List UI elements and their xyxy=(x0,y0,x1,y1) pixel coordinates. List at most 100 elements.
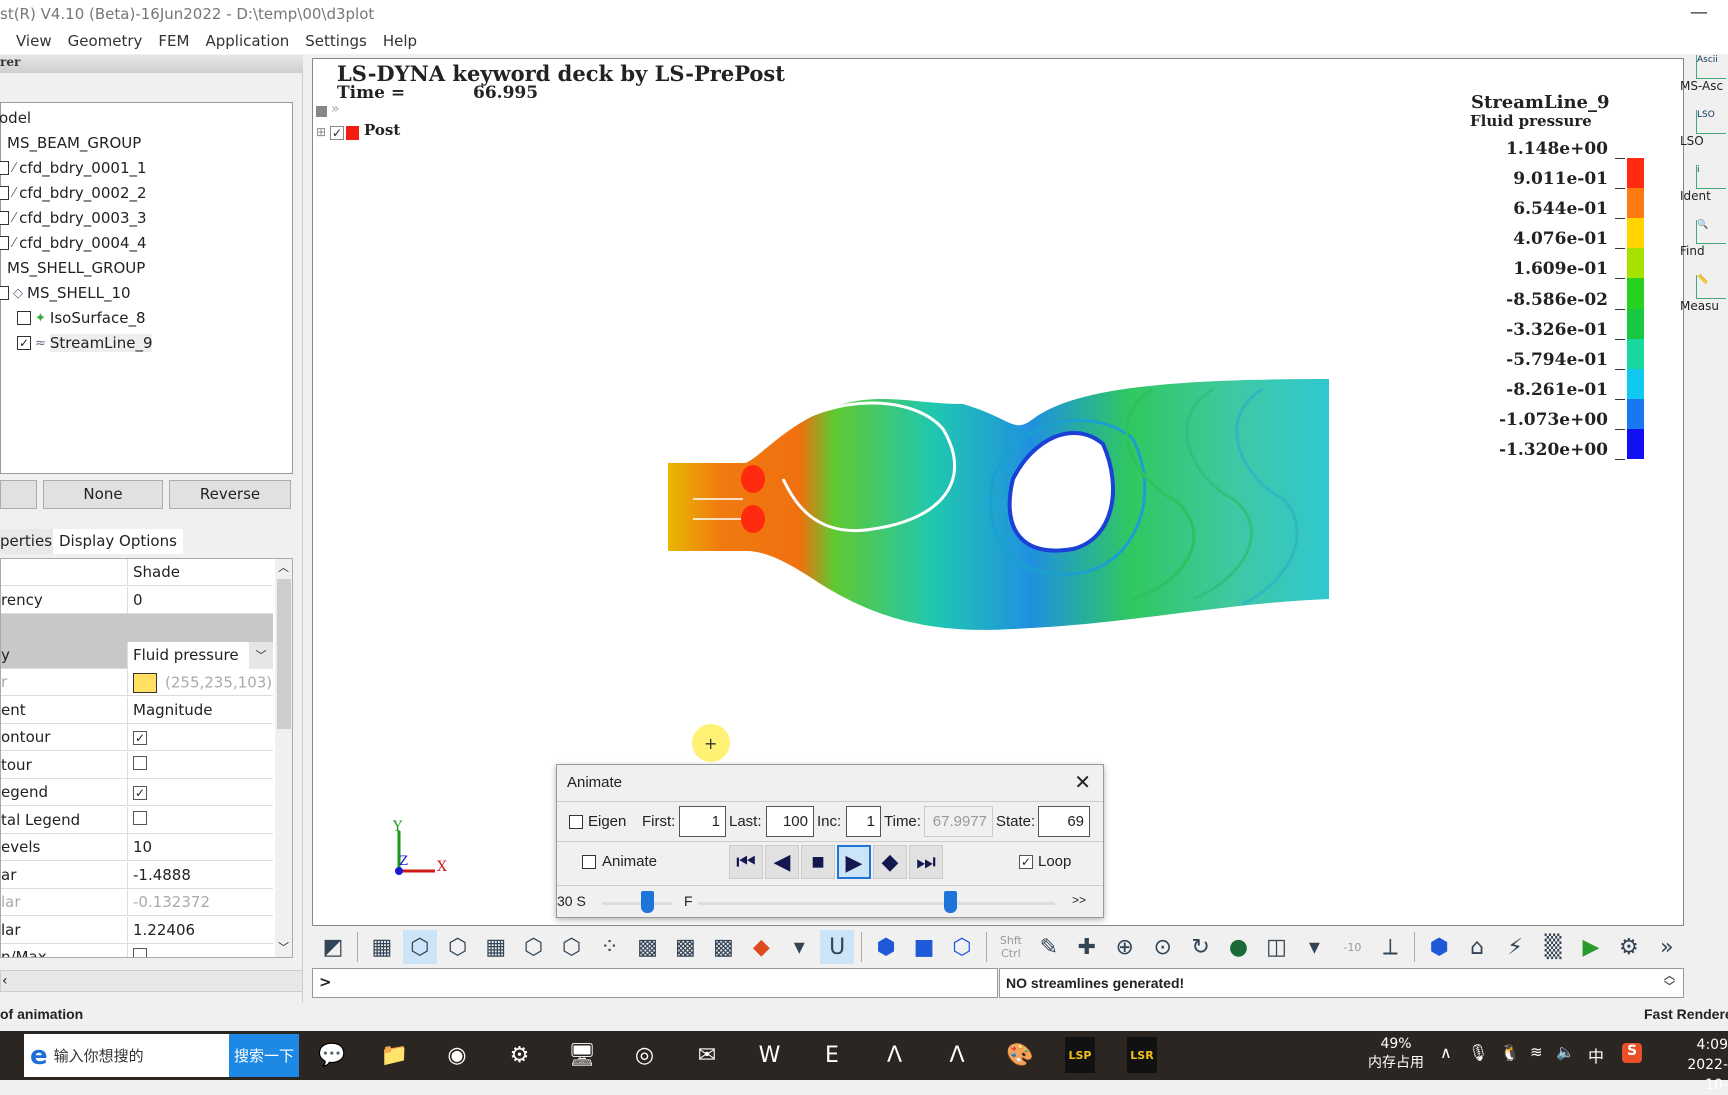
undeformed-icon[interactable]: U xyxy=(820,930,855,964)
shift-ctrl-icon[interactable]: Shft Ctrl xyxy=(994,930,1028,964)
feature-line-icon[interactable]: ⬡ xyxy=(517,930,551,964)
property-row[interactable]: rency 0 xyxy=(1,586,273,614)
axes-icon[interactable]: ⟂ xyxy=(1373,930,1407,964)
frame-slider-thumb[interactable] xyxy=(944,891,958,913)
mesh-cube-icon[interactable]: ▦ xyxy=(479,930,513,964)
tree-item[interactable]: ⁄ cfd_bdry_0004_4 xyxy=(0,231,147,255)
tab-display-options[interactable]: Display Options xyxy=(53,529,183,554)
stop-button[interactable]: ■ xyxy=(801,845,835,879)
angle-value-icon[interactable]: -10 xyxy=(1335,930,1369,964)
property-checkbox[interactable] xyxy=(133,810,147,825)
property-row[interactable]: n/Max xyxy=(1,944,273,957)
zoom-in-icon[interactable]: ⊕ xyxy=(1108,930,1142,964)
animate-checkbox[interactable] xyxy=(582,855,596,869)
pick-center-icon[interactable]: ✚ xyxy=(1070,930,1104,964)
outline-cube-icon[interactable]: ⬡ xyxy=(555,930,589,964)
menu-geometry[interactable]: Geometry xyxy=(60,29,151,54)
color-swatch[interactable] xyxy=(133,673,157,693)
fringe-toggle-icon[interactable]: ◩ xyxy=(316,930,350,964)
search-box[interactable]: e 输入你想搜的 xyxy=(24,1034,229,1077)
fringe-icon[interactable]: ◆ xyxy=(744,930,778,964)
property-value[interactable]: ✓ xyxy=(127,779,273,806)
lsp-icon[interactable]: LSP xyxy=(1065,1037,1095,1073)
projection-box-icon[interactable]: ◫ xyxy=(1260,930,1294,964)
state-field[interactable]: 69 xyxy=(1038,806,1090,837)
e-icon[interactable]: E xyxy=(812,1037,852,1073)
property-checkbox[interactable]: ✓ xyxy=(133,786,147,800)
inc-field[interactable]: 1 xyxy=(846,806,881,837)
speed-slider-thumb[interactable] xyxy=(641,891,655,913)
solid-view-icon[interactable]: ⬢ xyxy=(869,930,903,964)
shaded-view-icon[interactable]: ■ xyxy=(907,930,941,964)
property-value[interactable] xyxy=(127,751,273,779)
wifi-icon[interactable]: ≋ xyxy=(1530,1043,1543,1061)
eigen-checkbox[interactable] xyxy=(569,815,583,829)
property-value[interactable] xyxy=(127,806,273,834)
tree-checkbox[interactable] xyxy=(0,236,9,250)
last-field[interactable]: 100 xyxy=(766,806,814,837)
scroll-down-icon[interactable]: ﹀ xyxy=(278,939,289,955)
tool-find[interactable]: 🔍 Find xyxy=(1680,220,1728,258)
sogou-icon[interactable]: S xyxy=(1622,1043,1642,1063)
transparent-cube-icon[interactable]: ▩ xyxy=(706,930,740,964)
menu-settings[interactable]: Settings xyxy=(297,29,375,54)
property-row[interactable]: ar -1.4888 xyxy=(1,861,273,889)
menu-application[interactable]: Application xyxy=(197,29,297,54)
command-input[interactable]: > xyxy=(312,968,998,998)
tree-item[interactable]: ⁄ cfd_bdry_0003_3 xyxy=(0,206,147,230)
wireframe-cube-icon[interactable]: ▦ xyxy=(365,930,399,964)
mail-icon[interactable]: ✉ xyxy=(687,1037,727,1073)
property-checkbox[interactable] xyxy=(133,948,147,957)
property-row[interactable]: ent Magnitude xyxy=(1,696,273,724)
chrome-icon[interactable]: ◉ xyxy=(437,1037,477,1073)
property-value[interactable]: 10 xyxy=(127,834,273,861)
tree-item[interactable]: ✓ ≈ StreamLine_9 xyxy=(17,331,153,355)
qq-icon[interactable]: 🐧 xyxy=(1500,1043,1520,1062)
property-checkbox[interactable]: ✓ xyxy=(133,731,147,745)
property-scrollbar[interactable]: ︿ ﹀ xyxy=(275,559,292,957)
close-icon[interactable]: ✕ xyxy=(1074,770,1091,795)
message-scroll-icon[interactable]: ︿ ﹀ xyxy=(1664,971,1675,993)
property-value[interactable]: 0 xyxy=(127,586,273,614)
chevron-down-icon[interactable]: ﹀ xyxy=(249,641,273,669)
property-value[interactable]: -0.132372 xyxy=(127,889,273,916)
scroll-thumb[interactable] xyxy=(277,579,291,729)
horizontal-scrollbar[interactable]: ‹ xyxy=(0,970,303,992)
settings-gears-icon[interactable]: ⚙ xyxy=(1612,930,1646,964)
menu-help[interactable]: Help xyxy=(375,29,425,54)
property-row[interactable]: lar 1.22406 xyxy=(1,916,273,944)
property-row[interactable]: egend ✓ xyxy=(1,779,273,806)
tray-expand-icon[interactable]: ∧ xyxy=(1440,1043,1452,1062)
paint-icon[interactable]: 🎨 xyxy=(1000,1037,1040,1073)
property-row[interactable]: r (255,235,103) xyxy=(1,669,273,696)
tree-item[interactable]: ⁄ cfd_bdry_0002_2 xyxy=(0,181,147,205)
tree-checkbox[interactable] xyxy=(0,211,9,225)
search-button[interactable]: 搜索一下 xyxy=(229,1034,299,1077)
tree-item[interactable]: ⁄ cfd_bdry_0001_1 xyxy=(0,156,147,180)
last-frame-button[interactable]: ⏭ xyxy=(909,845,943,879)
wire-view-icon[interactable]: ⬡ xyxy=(945,930,979,964)
file-explorer-icon[interactable]: 📁 xyxy=(375,1037,415,1073)
tree-item[interactable]: MS_BEAM_GROUP xyxy=(7,131,141,155)
tool-ident[interactable]: i Ident xyxy=(1680,165,1728,203)
app-icon[interactable]: ⚙ xyxy=(500,1037,540,1073)
a-app-icon[interactable]: Λ xyxy=(875,1037,915,1073)
shrink-cube-icon[interactable]: ▩ xyxy=(631,930,665,964)
wps-icon[interactable]: W xyxy=(750,1037,790,1073)
tab-properties[interactable]: perties xyxy=(0,529,59,554)
frame-slider[interactable] xyxy=(698,902,1055,905)
tree-checkbox[interactable] xyxy=(17,311,31,325)
property-row[interactable]: y Fluid pressure ﹀ xyxy=(1,641,273,669)
a-app-2-icon[interactable]: Λ xyxy=(937,1037,977,1073)
tree-item[interactable]: odel xyxy=(0,106,31,130)
step-back-button[interactable]: ◀ xyxy=(765,845,799,879)
tool-ms-asc[interactable]: Ascii MS-Asc xyxy=(1680,55,1728,93)
scroll-up-icon[interactable]: ︿ xyxy=(278,559,289,575)
first-frame-button[interactable]: ⏮ xyxy=(729,845,763,879)
hidden-line-cube-icon[interactable]: ⬡ xyxy=(441,930,475,964)
speed-slider[interactable] xyxy=(602,902,672,905)
first-field[interactable]: 1 xyxy=(679,806,726,837)
wechat-icon[interactable]: 💬 xyxy=(312,1037,352,1073)
minimize-button[interactable]: — xyxy=(1690,2,1708,23)
more-button[interactable]: >> xyxy=(1072,893,1086,907)
